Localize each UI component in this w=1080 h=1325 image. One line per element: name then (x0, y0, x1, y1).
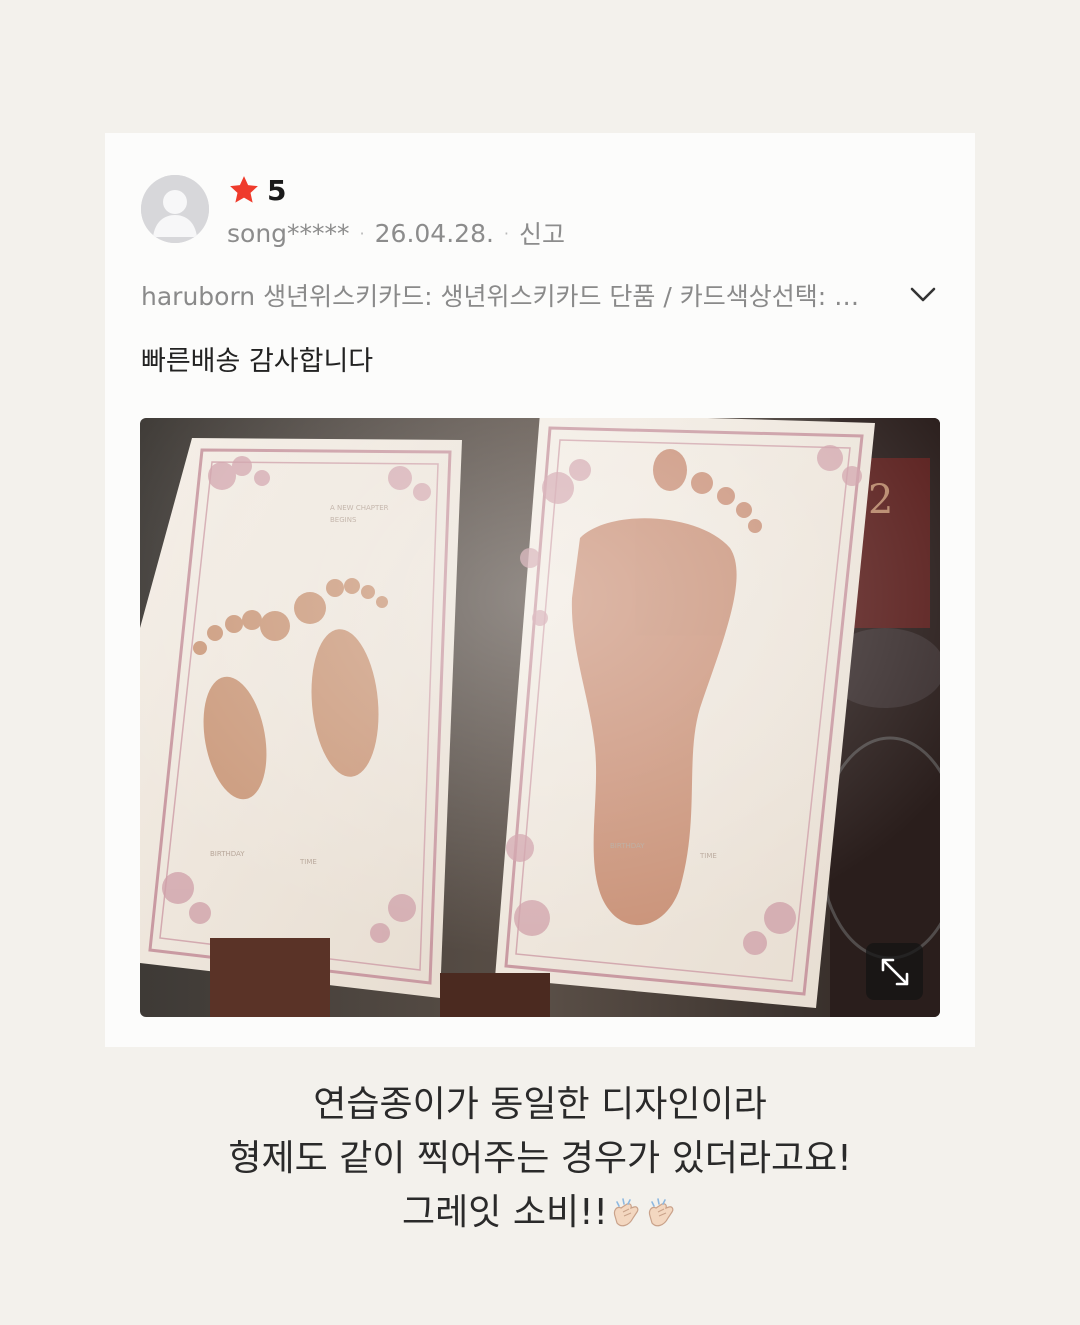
caption-line-2: 형제도 같이 찍어주는 경우가 있더라고요! (228, 1138, 852, 1179)
expand-button[interactable] (866, 943, 923, 1000)
separator-dot: · (503, 223, 510, 243)
option-row[interactable]: haruborn 생년위스키카드: 생년위스키카드 단품 / 카드색상선택: 적… (141, 275, 941, 315)
report-link[interactable]: 신고 (519, 215, 565, 251)
caption-line-3: 그레잇 소비!! (0, 1186, 1080, 1240)
review-body: 빠른배송 감사합니다 (141, 346, 374, 377)
review-meta: song***** · 26.04.28. · 신고 (227, 215, 565, 251)
product-option-text: haruborn 생년위스키카드: 생년위스키카드 단품 / 카드색상선택: 적… (141, 282, 881, 311)
separator-dot: · (359, 223, 365, 243)
caption: 연습종이가 동일한 디자인이라 형제도 같이 찍어주는 경우가 있더라고요! 그… (0, 1078, 1080, 1240)
expand-icon (881, 958, 908, 985)
rating-value: 5 (267, 173, 287, 207)
review-photo[interactable]: 2 A NEW CHAPTER BEGINS BIRTHDAY (140, 418, 940, 1017)
caption-line-1: 연습종이가 동일한 디자인이라 (313, 1084, 767, 1125)
caption-line-3-text: 그레잇 소비!! (402, 1192, 608, 1233)
chevron-down-icon[interactable] (905, 281, 941, 309)
clapping-hands-icon (648, 1198, 674, 1227)
review-date: 26.04.28. (374, 218, 494, 248)
footprint-cards-photo: 2 A NEW CHAPTER BEGINS BIRTHDAY (140, 418, 940, 1017)
clapping-hands-icon (613, 1198, 639, 1227)
star-icon (230, 176, 258, 203)
avatar (141, 175, 209, 243)
review-card: 5 song***** · 26.04.28. · 신고 haruborn 생년… (105, 133, 975, 1047)
rating: 5 (227, 171, 286, 209)
reviewer-name: song***** (227, 218, 350, 248)
avatar-icon (141, 175, 209, 243)
